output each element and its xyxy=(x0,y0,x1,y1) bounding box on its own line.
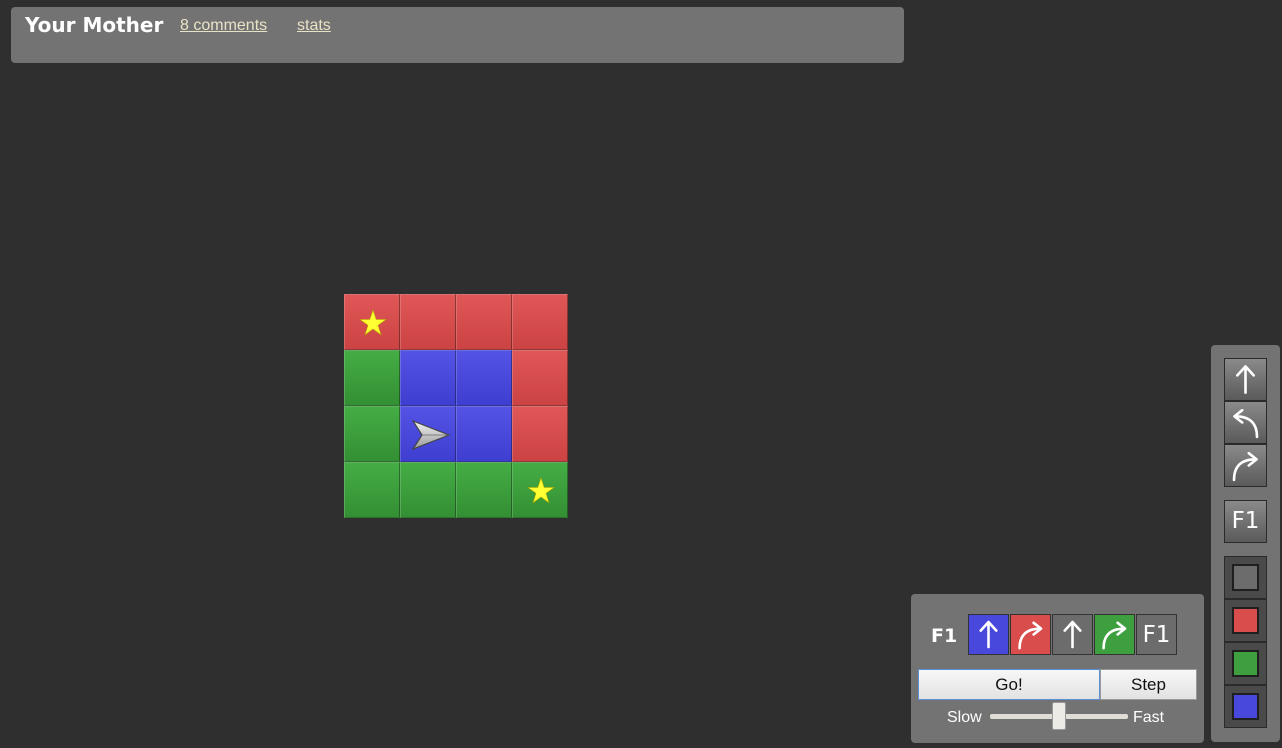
tool-turn-left[interactable] xyxy=(1224,401,1267,444)
program-panel: F1 F1 Go! Step Slow Fast xyxy=(911,594,1204,743)
comments-link[interactable]: 8 comments xyxy=(180,17,267,35)
board-cell-0-3 xyxy=(512,294,568,350)
tool-color-blue[interactable] xyxy=(1224,685,1267,728)
step-button[interactable]: Step xyxy=(1100,669,1197,700)
puzzle-header: Your Mother 8 comments stats xyxy=(11,7,904,63)
board-cell-2-3 xyxy=(512,406,568,462)
program-slot-4[interactable] xyxy=(1094,614,1135,655)
board-cell-3-0 xyxy=(344,462,400,518)
gray-swatch-icon xyxy=(1232,564,1259,591)
tool-forward[interactable] xyxy=(1224,358,1267,401)
tool-call-f1[interactable]: F1 xyxy=(1224,500,1267,543)
board-cell-2-2 xyxy=(456,406,512,462)
program-slot-2[interactable] xyxy=(1010,614,1051,655)
game-board xyxy=(344,294,568,518)
board-cell-0-1 xyxy=(400,294,456,350)
board-cell-1-0 xyxy=(344,350,400,406)
blue-swatch-icon xyxy=(1232,693,1259,720)
red-swatch-icon xyxy=(1232,607,1259,634)
program-slot-3[interactable] xyxy=(1052,614,1093,655)
speed-slider-thumb[interactable] xyxy=(1052,702,1066,730)
toolbox: F1 xyxy=(1211,345,1280,742)
function-label: F1 xyxy=(931,625,958,647)
program-slot-5[interactable]: F1 xyxy=(1136,614,1177,655)
tool-color-green[interactable] xyxy=(1224,642,1267,685)
fast-label: Fast xyxy=(1133,709,1165,726)
slow-label: Slow xyxy=(947,709,982,726)
board-cell-1-2 xyxy=(456,350,512,406)
board-cell-0-2 xyxy=(456,294,512,350)
board-cell-0-0 xyxy=(344,294,400,350)
board-cell-3-1 xyxy=(400,462,456,518)
tool-color-red[interactable] xyxy=(1224,599,1267,642)
tool-color-gray[interactable] xyxy=(1224,556,1267,599)
board-cell-2-0 xyxy=(344,406,400,462)
stats-link[interactable]: stats xyxy=(297,17,331,35)
program-slot-1[interactable] xyxy=(968,614,1009,655)
slot-function-label: F1 xyxy=(1142,622,1171,648)
board-cell-1-3 xyxy=(512,350,568,406)
board-cell-1-1 xyxy=(400,350,456,406)
puzzle-title: Your Mother xyxy=(25,13,164,37)
green-swatch-icon xyxy=(1232,650,1259,677)
board-cell-3-3 xyxy=(512,462,568,518)
go-button[interactable]: Go! xyxy=(918,669,1100,700)
board-cell-2-1 xyxy=(400,406,456,462)
board-cell-3-2 xyxy=(456,462,512,518)
tool-function-label: F1 xyxy=(1231,508,1260,534)
tool-turn-right[interactable] xyxy=(1224,444,1267,487)
